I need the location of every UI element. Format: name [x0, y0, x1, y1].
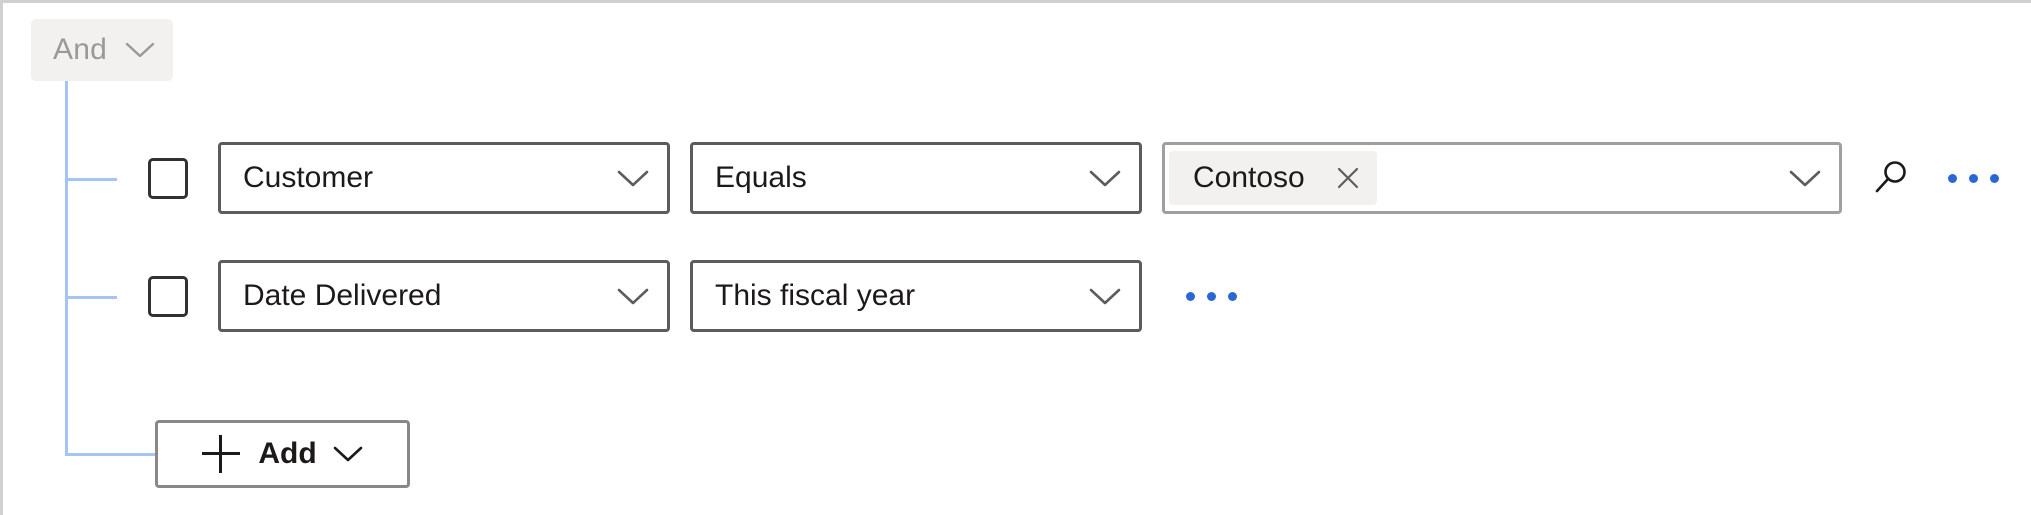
filter-condition-builder: And Customer Equals Contoso Date Deliver…: [0, 0, 2031, 515]
condition-operator-value-1: Equals: [715, 161, 807, 194]
chevron-down-icon: [125, 41, 155, 59]
overflow-dot: [1990, 173, 1999, 183]
condition-operator-value-2: This fiscal year: [715, 279, 916, 312]
tree-branch-line-1: [65, 178, 117, 181]
condition-column-value-2: Date Delivered: [243, 279, 442, 312]
condition-value-picker-1[interactable]: Contoso: [1162, 142, 1842, 214]
more-options-icon-1[interactable]: [1940, 164, 2007, 193]
tree-branch-line-2: [65, 296, 117, 299]
selected-value-token[interactable]: Contoso: [1169, 151, 1377, 205]
group-operator-label: And: [53, 33, 107, 66]
chevron-down-icon: [617, 287, 649, 306]
overflow-dot: [1228, 291, 1237, 301]
selected-value-token-label: Contoso: [1193, 161, 1305, 194]
condition-row-checkbox-2[interactable]: [148, 275, 188, 317]
condition-row: Customer Equals Contoso: [148, 141, 2007, 215]
condition-operator-dropdown-2[interactable]: This fiscal year: [690, 260, 1142, 332]
chevron-down-icon: [333, 445, 363, 463]
add-button-label: Add: [258, 437, 317, 470]
chevron-down-icon: [1789, 169, 1821, 188]
chevron-down-icon: [1089, 287, 1121, 306]
condition-column-dropdown-1[interactable]: Customer: [218, 142, 670, 214]
close-icon[interactable]: [1333, 163, 1363, 193]
condition-row-checkbox-1[interactable]: [148, 157, 188, 199]
more-options-icon-2[interactable]: [1178, 282, 1245, 311]
condition-column-value-1: Customer: [243, 161, 374, 194]
condition-operator-dropdown-1[interactable]: Equals: [690, 142, 1142, 214]
group-operator-dropdown[interactable]: And: [31, 19, 173, 81]
condition-row: Date Delivered This fiscal year: [148, 259, 1245, 333]
plus-icon: [202, 435, 241, 473]
overflow-dot: [1186, 291, 1195, 301]
tree-branch-line-3: [65, 453, 155, 456]
overflow-dot: [1948, 173, 1957, 183]
condition-column-dropdown-2[interactable]: Date Delivered: [218, 260, 670, 332]
add-button[interactable]: Add: [155, 420, 410, 488]
tree-trunk-line: [65, 81, 68, 456]
overflow-dot: [1207, 291, 1216, 301]
chevron-down-icon: [1089, 169, 1121, 188]
search-icon[interactable]: [1864, 151, 1918, 205]
chevron-down-icon: [617, 169, 649, 188]
overflow-dot: [1969, 173, 1978, 183]
